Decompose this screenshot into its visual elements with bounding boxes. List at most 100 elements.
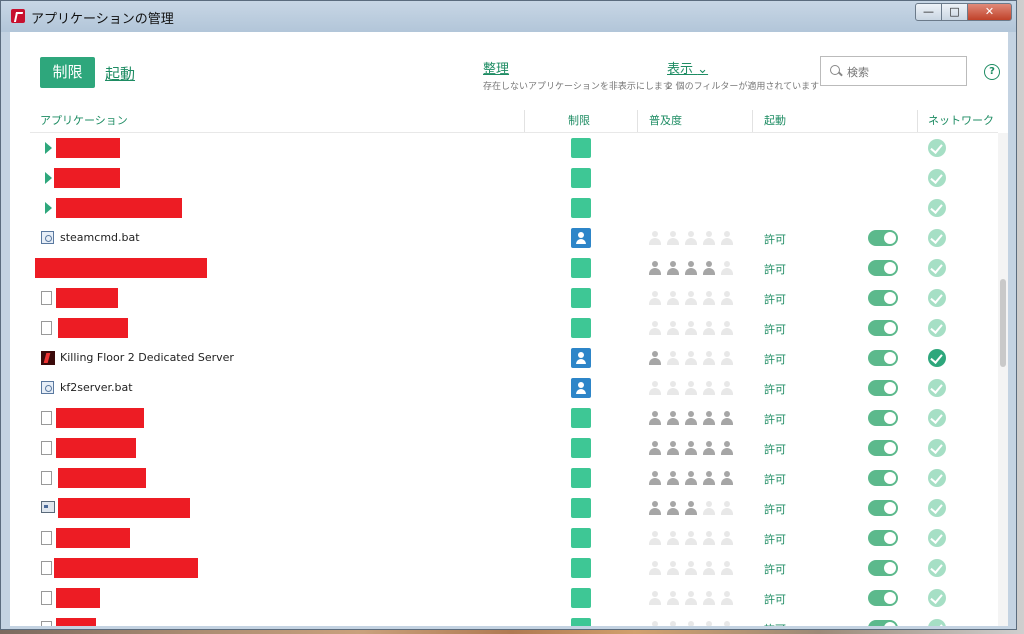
network-check-icon[interactable] [928,379,946,397]
trusted-group-icon[interactable] [571,198,591,218]
search-input[interactable] [845,61,964,83]
column-header-restriction[interactable]: 制限 [568,112,590,128]
trusted-group-icon[interactable] [571,258,591,278]
restricted-user-icon[interactable] [571,378,591,398]
launch-toggle[interactable] [868,320,898,336]
table-row[interactable]: 許可 [10,433,998,463]
trusted-group-icon[interactable] [571,288,591,308]
table-row[interactable] [10,193,998,223]
column-header-network[interactable]: ネットワーク [928,112,994,128]
table-row[interactable]: 許可 [10,283,998,313]
table-row[interactable]: steamcmd.bat 許可 [10,223,998,253]
restricted-user-icon[interactable] [571,228,591,248]
launch-status[interactable]: 許可 [764,321,786,337]
trusted-group-icon[interactable] [571,318,591,338]
launch-status[interactable]: 許可 [764,261,786,277]
network-check-icon[interactable] [928,619,946,626]
launch-status[interactable]: 許可 [764,441,786,457]
view-dropdown[interactable]: 表示 ⌄ [667,58,819,77]
launch-status[interactable]: 許可 [764,531,786,547]
table-row[interactable]: kf2server.bat 許可 [10,373,998,403]
network-check-icon[interactable] [928,319,946,337]
scrollbar-thumb[interactable] [1000,279,1006,367]
launch-toggle[interactable] [868,410,898,426]
organize-link[interactable]: 整理 [483,58,672,77]
close-button[interactable]: ✕ [967,3,1012,21]
launch-toggle[interactable] [868,500,898,516]
launch-status[interactable]: 許可 [764,381,786,397]
expand-arrow-icon[interactable] [45,172,52,184]
network-check-icon[interactable] [928,439,946,457]
table-row[interactable]: 許可 [10,613,998,626]
launch-status[interactable]: 許可 [764,411,786,427]
launch-status[interactable]: 許可 [764,591,786,607]
trusted-group-icon[interactable] [571,168,591,188]
trusted-group-icon[interactable] [571,558,591,578]
column-header-popularity[interactable]: 普及度 [649,112,682,128]
table-row[interactable]: 許可 [10,463,998,493]
launch-status[interactable]: 許可 [764,621,786,626]
trusted-group-icon[interactable] [571,528,591,548]
network-check-icon[interactable] [928,139,946,157]
launch-status[interactable]: 許可 [764,471,786,487]
trusted-group-icon[interactable] [571,138,591,158]
expand-arrow-icon[interactable] [45,142,52,154]
launch-toggle[interactable] [868,230,898,246]
launch-status[interactable]: 許可 [764,291,786,307]
network-check-icon[interactable] [928,409,946,427]
column-header-launch[interactable]: 起動 [764,112,786,128]
network-check-icon[interactable] [928,349,946,367]
launch-toggle[interactable] [868,560,898,576]
maximize-button[interactable]: □ [941,3,968,21]
network-check-icon[interactable] [928,559,946,577]
expand-arrow-icon[interactable] [45,202,52,214]
launch-toggle[interactable] [868,350,898,366]
trusted-group-icon[interactable] [571,438,591,458]
network-check-icon[interactable] [928,469,946,487]
network-check-icon[interactable] [928,289,946,307]
table-row[interactable] [10,163,998,193]
table-row[interactable]: 許可 [10,553,998,583]
launch-toggle[interactable] [868,260,898,276]
trusted-group-icon[interactable] [571,408,591,428]
minimize-button[interactable]: — [915,3,942,21]
launch-status[interactable]: 許可 [764,351,786,367]
search-box[interactable] [820,56,967,86]
network-check-icon[interactable] [928,169,946,187]
table-row[interactable]: 許可 [10,523,998,553]
network-check-icon[interactable] [928,529,946,547]
network-check-icon[interactable] [928,589,946,607]
restricted-user-icon[interactable] [571,348,591,368]
table-row[interactable]: 許可 [10,583,998,613]
column-header-application[interactable]: アプリケーション [40,112,128,128]
trusted-group-icon[interactable] [571,498,591,518]
launch-toggle[interactable] [868,470,898,486]
vertical-scrollbar[interactable] [998,133,1008,626]
launch-status[interactable]: 許可 [764,501,786,517]
network-check-icon[interactable] [928,499,946,517]
launch-toggle[interactable] [868,440,898,456]
table-row[interactable]: Killing Floor 2 Dedicated Server 許可 [10,343,998,373]
network-check-icon[interactable] [928,259,946,277]
network-check-icon[interactable] [928,229,946,247]
trusted-group-icon[interactable] [571,588,591,608]
launch-tab-link[interactable]: 起動 [105,63,135,84]
title-bar[interactable]: アプリケーションの管理 — □ ✕ [1,1,1016,32]
table-row[interactable]: 許可 [10,403,998,433]
launch-toggle[interactable] [868,380,898,396]
launch-status[interactable]: 許可 [764,231,786,247]
table-row[interactable]: 許可 [10,493,998,523]
network-check-icon[interactable] [928,199,946,217]
launch-status[interactable]: 許可 [764,561,786,577]
trusted-group-icon[interactable] [571,618,591,626]
table-row[interactable] [10,133,998,163]
restriction-tab-button[interactable]: 制限 [40,57,95,88]
launch-toggle[interactable] [868,620,898,626]
launch-toggle[interactable] [868,590,898,606]
launch-toggle[interactable] [868,290,898,306]
table-row[interactable]: 許可 [10,253,998,283]
launch-toggle[interactable] [868,530,898,546]
help-icon[interactable]: ? [984,64,1000,80]
table-row[interactable]: 許可 [10,313,998,343]
trusted-group-icon[interactable] [571,468,591,488]
